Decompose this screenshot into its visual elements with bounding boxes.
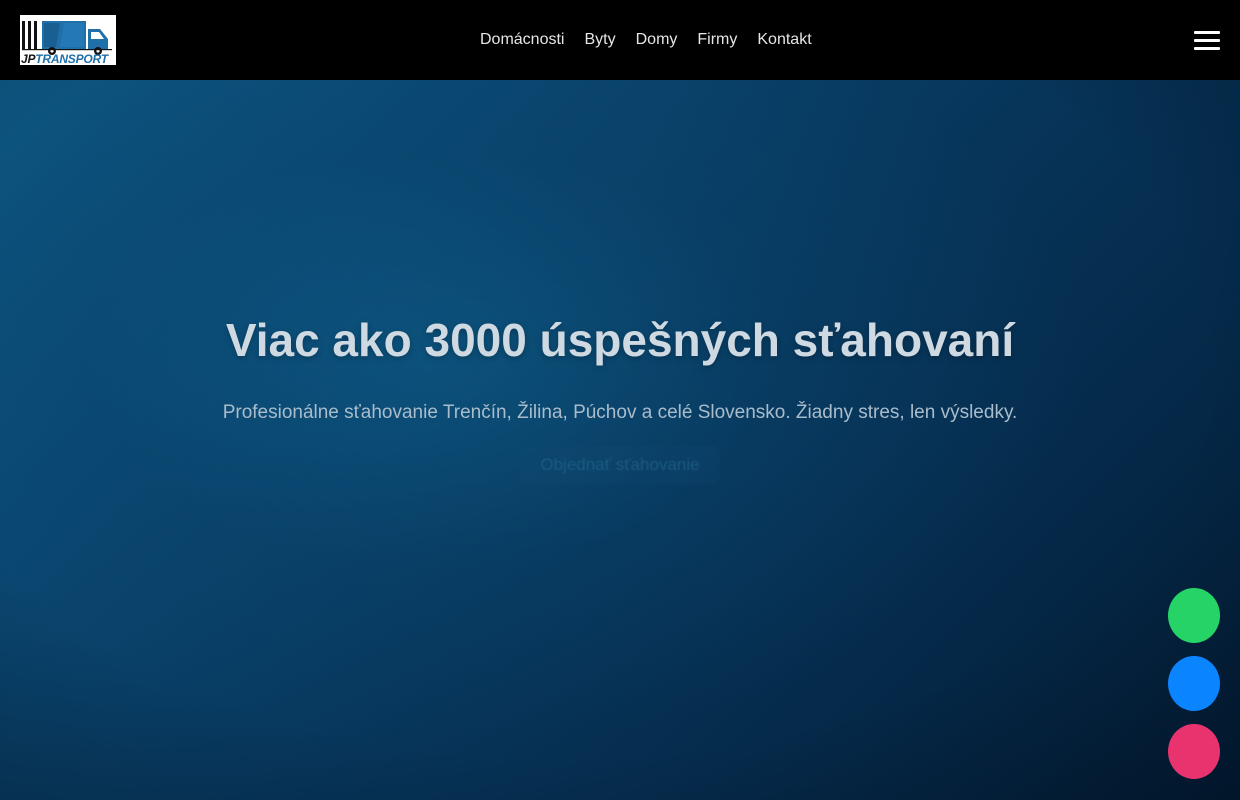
hamburger-line <box>1194 47 1220 50</box>
instagram-icon[interactable] <box>1168 724 1220 779</box>
nav-item-domy[interactable]: Domy <box>636 30 678 50</box>
page: JPTRANSPORT Domácnosti Byty Domy Firmy K… <box>0 0 1240 800</box>
whatsapp-icon[interactable] <box>1168 588 1220 643</box>
nav-item-byty[interactable]: Byty <box>584 30 615 50</box>
main-nav: Domácnosti Byty Domy Firmy Kontakt <box>470 0 822 80</box>
hero-background <box>0 0 1240 800</box>
nav-item-kontakt[interactable]: Kontakt <box>757 30 811 50</box>
logo-text: JPTRANSPORT <box>21 52 108 65</box>
order-moving-button[interactable]: Objednať sťahovanie <box>520 446 720 484</box>
site-header: JPTRANSPORT Domácnosti Byty Domy Firmy K… <box>0 0 1240 80</box>
nav-item-domacnosti[interactable]: Domácnosti <box>480 30 564 50</box>
hamburger-menu-icon[interactable] <box>1194 29 1220 51</box>
hamburger-line <box>1194 31 1220 34</box>
nav-item-firmy[interactable]: Firmy <box>697 30 737 50</box>
hero-title: Viac ako 3000 úspešných sťahovaní <box>225 314 1015 366</box>
logo-text-jp: JP <box>21 52 36 65</box>
hero-subtitle: Profesionálne sťahovanie Trenčín, Žilina… <box>222 402 1018 423</box>
logo[interactable]: JPTRANSPORT <box>20 15 116 65</box>
hamburger-line <box>1194 39 1220 42</box>
messenger-icon[interactable] <box>1168 656 1220 711</box>
logo-text-transport: TRANSPORT <box>35 52 108 65</box>
